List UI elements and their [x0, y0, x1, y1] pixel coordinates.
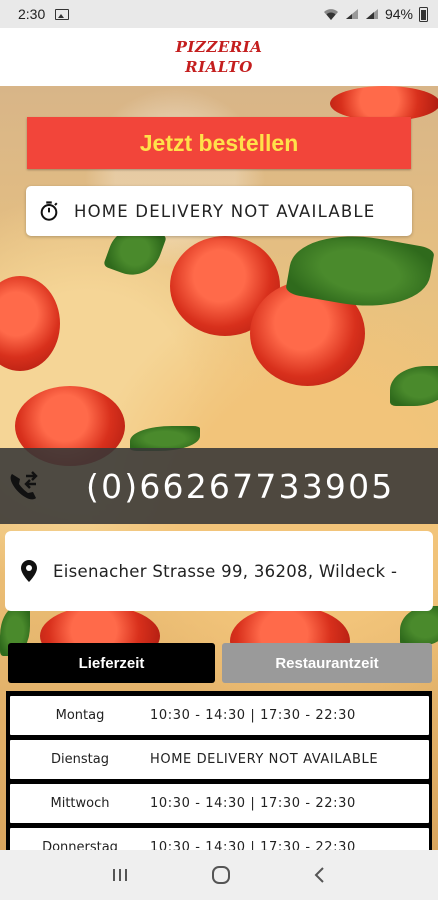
signal-icon-2 [365, 9, 378, 19]
time-value: 10:30 - 14:30 | 17:30 - 22:30 [150, 708, 356, 723]
location-pin-icon [21, 560, 37, 582]
wifi-icon [323, 8, 338, 20]
image-notification-icon [55, 8, 70, 20]
phone-number[interactable]: (0)66267733905 [86, 467, 395, 506]
phone-forward-icon [10, 471, 38, 500]
home-icon[interactable] [211, 865, 231, 885]
address-box[interactable]: Eisenacher Strasse 99, 36208, Wildeck - [5, 531, 433, 611]
tab-restaurant-time[interactable]: Restaurantzeit [222, 643, 432, 683]
hours-table: Montag 10:30 - 14:30 | 17:30 - 22:30 Die… [6, 691, 432, 850]
signal-icon-1 [345, 9, 358, 19]
status-right: 94% [323, 6, 428, 22]
delivery-status-text: HOME DELIVERY NOT AVAILABLE [74, 201, 376, 221]
table-row: Montag 10:30 - 14:30 | 17:30 - 22:30 [10, 696, 429, 735]
recent-apps-icon[interactable] [111, 867, 129, 883]
phone-call-bar[interactable]: (0)66267733905 [0, 448, 438, 524]
restaurant-logo: PIZZERIA RIALTO [176, 37, 263, 77]
logo-line-1: PIZZERIA [175, 38, 263, 56]
day-label: Dienstag [51, 752, 109, 767]
table-row: Donnerstag 10:30 - 14:30 | 17:30 - 22:30 [10, 828, 429, 850]
back-icon[interactable] [313, 866, 327, 884]
status-bar: 2:30 94% [0, 0, 438, 28]
system-navigation-bar [0, 850, 438, 900]
battery-percent: 94% [384, 6, 413, 22]
table-row: Mittwoch 10:30 - 14:30 | 17:30 - 22:30 [10, 784, 429, 823]
day-label: Donnerstag [42, 840, 118, 850]
tab-delivery-time[interactable]: Lieferzeit [8, 643, 215, 683]
table-row: Dienstag HOME DELIVERY NOT AVAILABLE [10, 740, 429, 779]
time-value: 10:30 - 14:30 | 17:30 - 22:30 [150, 840, 356, 850]
address-text: Eisenacher Strasse 99, 36208, Wildeck - [53, 561, 398, 581]
battery-icon [419, 6, 428, 22]
time-value: HOME DELIVERY NOT AVAILABLE [150, 752, 379, 767]
app-header: PIZZERIA RIALTO [0, 28, 438, 86]
day-label: Montag [55, 708, 105, 723]
logo-line-2: RIALTO [185, 58, 253, 76]
stopwatch-icon [40, 201, 58, 221]
order-now-button[interactable]: Jetzt bestellen [27, 117, 411, 169]
status-time: 2:30 [18, 6, 46, 22]
time-value: 10:30 - 14:30 | 17:30 - 22:30 [150, 796, 356, 811]
day-label: Mittwoch [50, 796, 110, 811]
delivery-status-box: HOME DELIVERY NOT AVAILABLE [26, 186, 412, 236]
